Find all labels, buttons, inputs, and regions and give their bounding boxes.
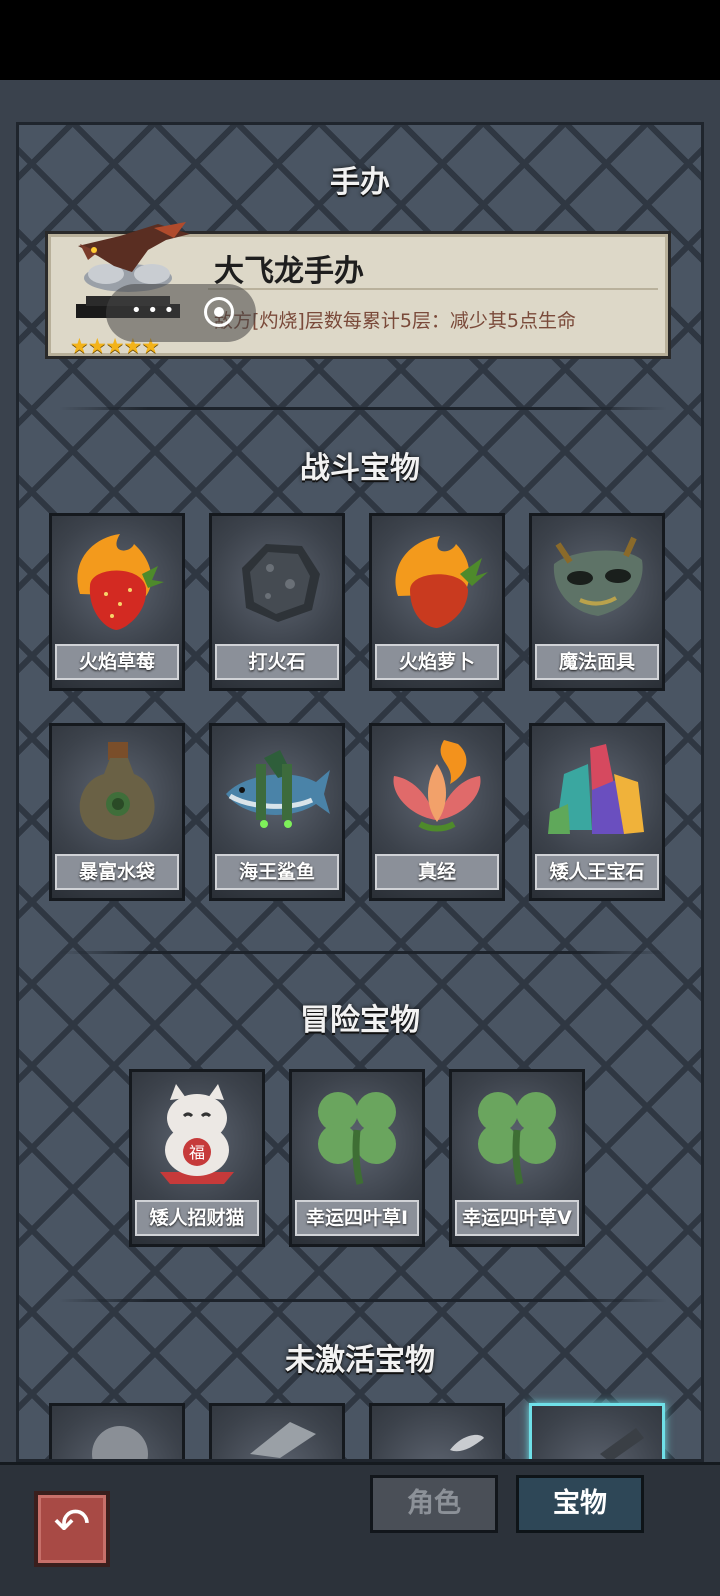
feather-icon xyxy=(450,1434,484,1452)
inactive-treasure-item[interactable] xyxy=(49,1403,185,1459)
section-divider xyxy=(59,951,667,954)
record-icon xyxy=(204,297,234,327)
treasure-item[interactable]: 幸运四叶草I xyxy=(289,1069,425,1247)
shark-icon xyxy=(226,750,330,828)
treasure-label: 火焰草莓 xyxy=(55,644,179,680)
combat-section-title: 战斗宝物 xyxy=(300,451,420,486)
club-icon xyxy=(600,1428,644,1459)
bottom-bar: ↶ 角色 宝物 xyxy=(0,1462,720,1596)
treasure-item[interactable]: 福 矮人招财猫 xyxy=(129,1069,265,1247)
flaming-strawberry-icon xyxy=(77,534,164,630)
treasure-label: 矮人王宝石 xyxy=(535,854,659,890)
treasure-label: 打火石 xyxy=(215,644,339,680)
four-leaf-clover-icon xyxy=(478,1092,556,1185)
inactive-treasure-item[interactable] xyxy=(529,1403,665,1459)
treasure-item[interactable]: 真经 xyxy=(369,723,505,901)
water-bag-icon xyxy=(79,742,155,840)
tab-character[interactable]: 角色 xyxy=(370,1475,498,1533)
figure-section-title: 手办 xyxy=(330,165,390,200)
treasure-label: 魔法面具 xyxy=(535,644,659,680)
treasure-label: 真经 xyxy=(375,854,499,890)
flint-stone-icon xyxy=(242,544,320,622)
lotus-flame-icon xyxy=(393,740,481,832)
svg-text:福: 福 xyxy=(189,1143,205,1162)
treasure-label: 海王鲨鱼 xyxy=(215,854,339,890)
treasure-item[interactable]: 打火石 xyxy=(209,513,345,691)
four-leaf-clover-icon xyxy=(318,1092,396,1185)
treasure-item[interactable]: 火焰萝卜 xyxy=(369,513,505,691)
back-arrow-icon: ↶ xyxy=(53,1499,91,1550)
treasure-item[interactable]: 魔法面具 xyxy=(529,513,665,691)
treasure-label: 暴富水袋 xyxy=(55,854,179,890)
inactive-treasure-item[interactable] xyxy=(209,1403,345,1459)
treasure-label: 幸运四叶草I xyxy=(295,1200,419,1236)
figure-card[interactable]: ★★★★★ 大飞龙手办 敌方[灼烧]层数每累计5层：减少其5点生命 • • • xyxy=(45,222,671,359)
dots-icon: • • • xyxy=(131,300,175,321)
treasure-item[interactable]: 幸运四叶草V xyxy=(449,1069,585,1247)
adventure-section-title: 冒险宝物 xyxy=(300,1003,420,1038)
crystal-gem-icon xyxy=(548,744,644,834)
treasure-item[interactable]: 矮人王宝石 xyxy=(529,723,665,901)
treasure-item[interactable]: 暴富水袋 xyxy=(49,723,185,901)
treasure-label: 幸运四叶草V xyxy=(455,1200,579,1236)
section-divider xyxy=(59,407,667,410)
section-divider xyxy=(59,1299,667,1302)
lucky-cat-icon: 福 xyxy=(160,1084,234,1184)
mesh-ball-icon xyxy=(92,1426,148,1459)
treasure-panel: 手办 ★★★★★ 大飞龙手办 敌方[灼烧]层数每累计5层：减少其5点生命 • •… xyxy=(16,122,704,1462)
figure-description: 敌方[灼烧]层数每累计5层：减少其5点生命 xyxy=(214,310,577,332)
treasure-item[interactable]: 火焰草莓 xyxy=(49,513,185,691)
treasure-label: 火焰萝卜 xyxy=(375,644,499,680)
view-toggle[interactable]: • • • xyxy=(106,284,256,342)
flaming-radish-icon xyxy=(395,536,488,628)
blade-icon xyxy=(250,1422,316,1458)
inactive-section-title: 未激活宝物 xyxy=(285,1343,435,1378)
inactive-treasure-item[interactable] xyxy=(369,1403,505,1459)
treasure-item[interactable]: 海王鲨鱼 xyxy=(209,723,345,901)
tab-treasure[interactable]: 宝物 xyxy=(516,1475,644,1533)
magic-mask-icon xyxy=(553,536,643,616)
figure-divider xyxy=(208,288,658,290)
back-button[interactable]: ↶ xyxy=(34,1491,110,1567)
treasure-label: 矮人招财猫 xyxy=(135,1200,259,1236)
figure-name: 大飞龙手办 xyxy=(214,254,364,289)
